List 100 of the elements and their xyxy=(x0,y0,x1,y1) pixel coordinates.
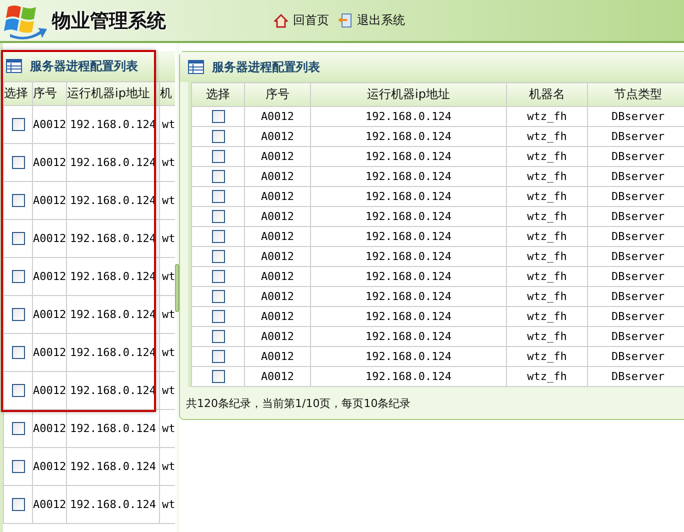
table-cell: A0012 xyxy=(244,166,310,186)
table-cell: wtz_fh xyxy=(506,266,588,286)
checkbox[interactable] xyxy=(12,270,24,284)
checkbox[interactable] xyxy=(12,232,24,246)
table-cell: 192.168.0.124 xyxy=(310,326,506,346)
table-cell: wtz_fh xyxy=(506,146,588,166)
table-cell: A0012 xyxy=(244,326,310,346)
table-cell: A0012 xyxy=(244,186,310,206)
table-cell: A0012 xyxy=(32,448,66,486)
table-cell: A0012 xyxy=(244,266,310,286)
table-cell: 192.168.0.124 xyxy=(310,126,506,146)
nav-link[interactable]: 回首页 xyxy=(274,12,329,29)
checkbox[interactable] xyxy=(212,290,224,304)
app-title: 物业管理系统 xyxy=(52,8,166,34)
table-icon xyxy=(6,59,22,73)
table-cell: wtz_fh xyxy=(506,366,588,386)
table-cell: A0012 xyxy=(244,126,310,146)
table-cell: wtz_fh xyxy=(506,106,588,126)
table-cell: A0012 xyxy=(32,334,66,372)
table-cell: A0012 xyxy=(32,486,66,524)
table-icon xyxy=(188,60,204,74)
checkbox[interactable] xyxy=(212,130,224,144)
checkbox[interactable] xyxy=(212,230,224,244)
checkbox[interactable] xyxy=(212,330,224,344)
table-cell: 192.168.0.124 xyxy=(310,206,506,226)
table-cell: 192.168.0.124 xyxy=(66,334,160,372)
table-cell: 192.168.0.124 xyxy=(310,106,506,126)
table-cell: 192.168.0.124 xyxy=(310,286,506,306)
checkbox[interactable] xyxy=(12,422,24,436)
home-icon xyxy=(274,14,288,28)
table-cell: 192.168.0.124 xyxy=(66,144,160,182)
checkbox[interactable] xyxy=(212,250,224,264)
panel-title: 服务器进程配置列表 xyxy=(30,58,138,74)
column-header: 机器名 xyxy=(506,82,588,106)
table-cell: A0012 xyxy=(32,106,66,144)
table-cell: wtz_fh xyxy=(506,306,588,326)
table-cell: wtz_fh xyxy=(506,246,588,266)
table-cell: A0012 xyxy=(244,106,310,126)
table-cell: 192.168.0.124 xyxy=(310,226,506,246)
column-header: 选择 xyxy=(4,82,32,106)
checkbox[interactable] xyxy=(212,110,224,124)
checkbox[interactable] xyxy=(12,498,24,512)
column-header: 运行机器ip地址 xyxy=(66,82,160,106)
table-cell: A0012 xyxy=(244,366,310,386)
splitter-handle[interactable] xyxy=(175,264,179,312)
table-cell: wtz_fh xyxy=(506,226,588,246)
table-cell: 192.168.0.124 xyxy=(66,296,160,334)
checkbox[interactable] xyxy=(212,370,224,384)
table-cell: 192.168.0.124 xyxy=(66,410,160,448)
column-header: 机 xyxy=(160,82,175,106)
table-cell: wtz_fh xyxy=(506,346,588,366)
table-cell: wtz_fh xyxy=(506,166,588,186)
nav-link[interactable]: 退出系统 xyxy=(337,12,405,29)
checkbox[interactable] xyxy=(12,194,24,208)
checkbox[interactable] xyxy=(212,170,224,184)
table-cell: wtz_fh xyxy=(506,286,588,306)
checkbox[interactable] xyxy=(212,150,224,164)
checkbox[interactable] xyxy=(212,350,224,364)
table-cell: A0012 xyxy=(244,246,310,266)
table-cell: A0012 xyxy=(244,226,310,246)
checkbox[interactable] xyxy=(12,308,24,322)
checkbox[interactable] xyxy=(12,156,24,170)
table-cell: 192.168.0.124 xyxy=(66,182,160,220)
table-cell: A0012 xyxy=(244,146,310,166)
panel-title: 服务器进程配置列表 xyxy=(212,58,320,76)
table-cell: wtz_fh xyxy=(506,326,588,346)
table-cell: wtz_fh xyxy=(506,186,588,206)
column-header: 运行机器ip地址 xyxy=(310,82,506,106)
checkbox[interactable] xyxy=(212,270,224,284)
table-cell: A0012 xyxy=(32,182,66,220)
checkbox[interactable] xyxy=(12,346,24,360)
checkbox[interactable] xyxy=(212,190,224,204)
table-cell: 192.168.0.124 xyxy=(310,266,506,286)
table-cell: 192.168.0.124 xyxy=(66,486,160,524)
table-cell: 192.168.0.124 xyxy=(66,220,160,258)
column-header: 选择 xyxy=(192,82,244,106)
table-cell: A0012 xyxy=(32,220,66,258)
table-cell: 192.168.0.124 xyxy=(66,258,160,296)
table-cell: 192.168.0.124 xyxy=(66,372,160,410)
table-cell: 192.168.0.124 xyxy=(310,166,506,186)
table-cell: A0012 xyxy=(32,410,66,448)
table-cell: 192.168.0.124 xyxy=(310,306,506,326)
table-cell: 192.168.0.124 xyxy=(66,448,160,486)
checkbox[interactable] xyxy=(212,210,224,224)
table-cell: 192.168.0.124 xyxy=(310,346,506,366)
checkbox[interactable] xyxy=(12,460,24,474)
checkbox[interactable] xyxy=(12,384,24,398)
exit-icon xyxy=(337,13,352,28)
table-cell: A0012 xyxy=(32,296,66,334)
table-cell: 192.168.0.124 xyxy=(310,186,506,206)
table-cell: A0012 xyxy=(32,258,66,296)
checkbox[interactable] xyxy=(12,118,24,132)
checkbox[interactable] xyxy=(212,310,224,324)
table-cell: wtz_fh xyxy=(506,126,588,146)
column-header: 序号 xyxy=(32,82,66,106)
column-header: 节点类型 xyxy=(588,82,684,106)
column-header: 序号 xyxy=(244,82,310,106)
pagination-info: 共120条纪录，当前第1/10页，每页10条纪录 xyxy=(185,396,412,412)
table-cell: wtz_fh xyxy=(506,206,588,226)
table-cell: A0012 xyxy=(32,372,66,410)
